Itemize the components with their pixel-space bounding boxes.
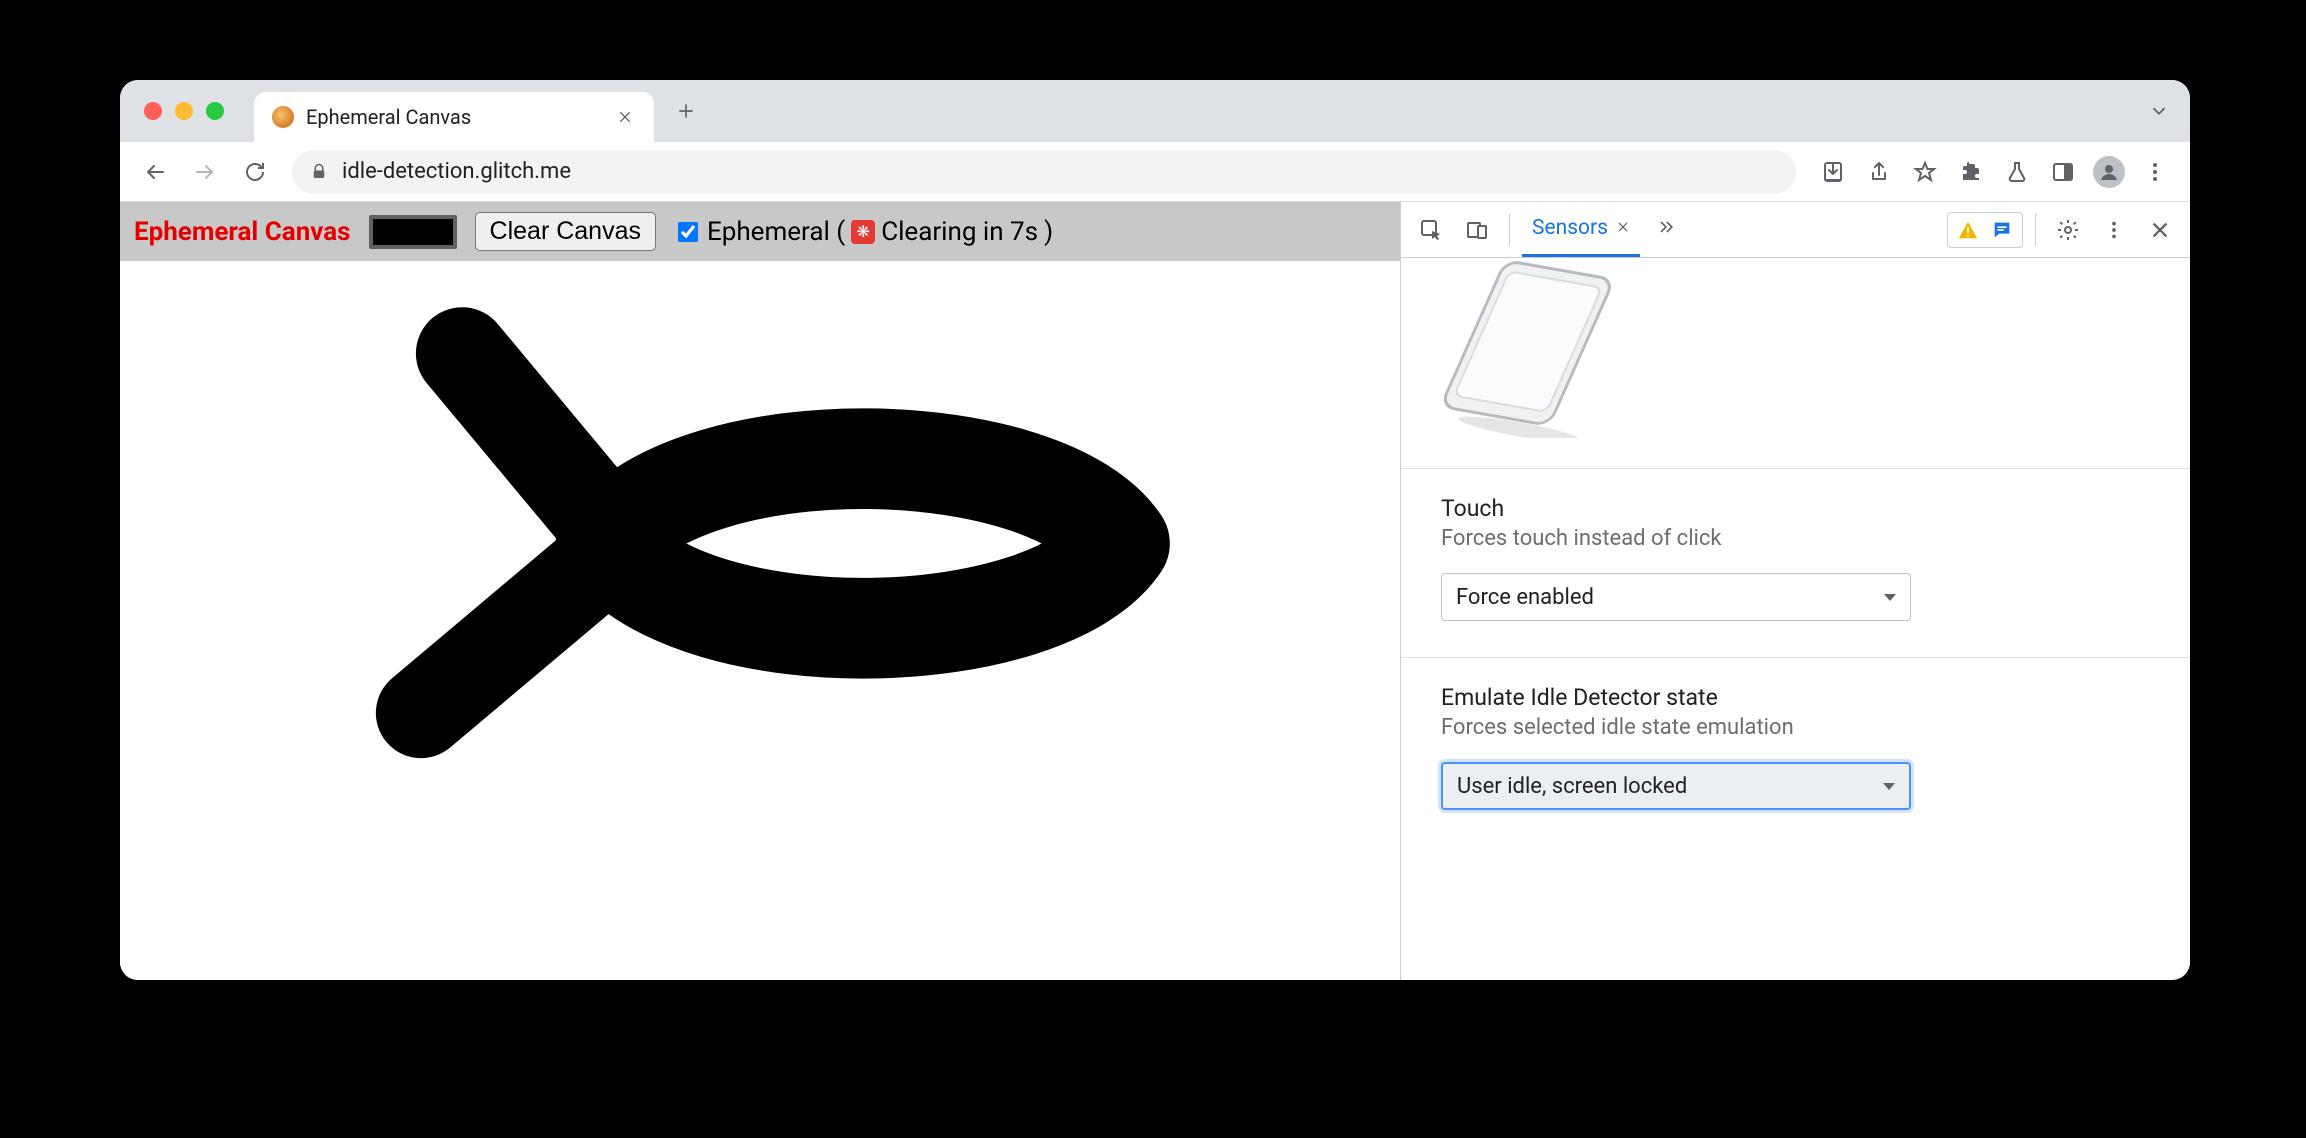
idle-label: Emulate Idle Detector state xyxy=(1441,684,2150,711)
browser-window: Ephemeral Canvas idle-detection.glitch.m… xyxy=(120,80,2190,980)
extensions-button[interactable] xyxy=(1950,151,1992,193)
double-chevron-right-icon xyxy=(1656,217,1676,237)
tab-strip: Ephemeral Canvas xyxy=(120,80,2190,142)
touch-sublabel: Forces touch instead of click xyxy=(1441,526,2150,551)
devtools-close-button[interactable] xyxy=(2140,210,2180,250)
browser-toolbar: idle-detection.glitch.me xyxy=(120,142,2190,202)
inspect-icon xyxy=(1419,218,1443,242)
panel-icon xyxy=(2051,160,2075,184)
siren-icon: ❋ xyxy=(851,220,875,244)
inspect-element-button[interactable] xyxy=(1411,210,1451,250)
lock-icon xyxy=(310,163,328,181)
more-tabs-button[interactable] xyxy=(1646,217,1686,242)
app-pane: Ephemeral Canvas Clear Canvas Ephemeral … xyxy=(120,202,1400,980)
app-header: Ephemeral Canvas Clear Canvas Ephemeral … xyxy=(120,202,1400,261)
bookmark-button[interactable] xyxy=(1904,151,1946,193)
ephemeral-toggle[interactable]: Ephemeral ( ❋ Clearing in 7s ) xyxy=(674,217,1053,247)
back-button[interactable] xyxy=(134,151,176,193)
phone-3d-icon xyxy=(1431,258,1651,438)
idle-select[interactable]: User idle, screen locked xyxy=(1441,762,1911,810)
install-icon xyxy=(1821,160,1845,184)
close-tab-button[interactable] xyxy=(614,106,636,128)
tab-title: Ephemeral Canvas xyxy=(306,105,602,129)
reload-icon xyxy=(243,160,267,184)
favicon-icon xyxy=(272,106,294,128)
vertical-dots-icon xyxy=(2143,160,2167,184)
ephemeral-label-suffix: ) xyxy=(1044,217,1053,247)
clear-canvas-button[interactable]: Clear Canvas xyxy=(475,212,656,251)
warning-icon xyxy=(1957,219,1979,241)
touch-label: Touch xyxy=(1441,495,2150,522)
separator xyxy=(2035,214,2036,246)
canvas-drawing xyxy=(120,261,1400,980)
close-window-button[interactable] xyxy=(144,102,162,120)
ephemeral-label-prefix: Ephemeral ( xyxy=(707,217,845,247)
url-text: idle-detection.glitch.me xyxy=(342,159,1778,184)
address-bar[interactable]: idle-detection.glitch.me xyxy=(292,150,1796,194)
chat-icon xyxy=(1991,219,2013,241)
devtools-tab-sensors[interactable]: Sensors xyxy=(1522,202,1640,257)
avatar-icon xyxy=(2093,156,2125,188)
chevron-down-icon xyxy=(1884,594,1896,601)
devtools-tabbar: Sensors xyxy=(1401,202,2190,258)
new-tab-button[interactable] xyxy=(666,91,706,131)
vertical-dots-icon xyxy=(2103,219,2125,241)
arrow-left-icon xyxy=(143,160,167,184)
chevron-down-icon xyxy=(1883,783,1895,790)
browser-tab[interactable]: Ephemeral Canvas xyxy=(254,92,654,142)
idle-sublabel: Forces selected idle state emulation xyxy=(1441,715,2150,740)
app-title: Ephemeral Canvas xyxy=(134,217,351,247)
separator xyxy=(1509,214,1510,246)
issues-badges[interactable] xyxy=(1947,212,2023,248)
ephemeral-countdown: Clearing in 7s xyxy=(881,217,1038,247)
arrow-right-icon xyxy=(193,160,217,184)
star-icon xyxy=(1913,160,1937,184)
feedback-badge[interactable] xyxy=(1988,216,2016,244)
close-tab-icon[interactable] xyxy=(1616,218,1630,239)
flask-icon xyxy=(2005,160,2029,184)
touch-section: Touch Forces touch instead of click Forc… xyxy=(1401,468,2190,657)
devices-icon xyxy=(1465,218,1489,242)
puzzle-icon xyxy=(1959,160,1983,184)
share-icon xyxy=(1867,160,1891,184)
color-picker[interactable] xyxy=(369,215,457,249)
window-controls xyxy=(134,80,254,142)
idle-select-value: User idle, screen locked xyxy=(1457,774,1687,799)
touch-select[interactable]: Force enabled xyxy=(1441,573,1911,621)
fullscreen-window-button[interactable] xyxy=(206,102,224,120)
minimize-window-button[interactable] xyxy=(175,102,193,120)
devtools-menu-button[interactable] xyxy=(2094,210,2134,250)
close-icon xyxy=(617,109,633,125)
chrome-menu-button[interactable] xyxy=(2134,151,2176,193)
chevron-down-icon xyxy=(2148,100,2170,122)
labs-button[interactable] xyxy=(1996,151,2038,193)
profile-button[interactable] xyxy=(2088,151,2130,193)
ephemeral-checkbox[interactable] xyxy=(678,222,698,242)
reload-button[interactable] xyxy=(234,151,276,193)
plus-icon xyxy=(676,101,696,121)
tabs-dropdown-button[interactable] xyxy=(2148,80,2170,142)
close-icon xyxy=(2149,219,2171,241)
forward-button[interactable] xyxy=(184,151,226,193)
touch-select-value: Force enabled xyxy=(1456,585,1594,610)
toolbar-actions xyxy=(1812,151,2176,193)
orientation-preview xyxy=(1401,258,2190,468)
content-area: Ephemeral Canvas Clear Canvas Ephemeral … xyxy=(120,202,2190,980)
warning-badge[interactable] xyxy=(1954,216,1982,244)
devtools-panel: Sensors xyxy=(1400,202,2190,980)
devtools-settings-button[interactable] xyxy=(2048,210,2088,250)
devtools-tab-label: Sensors xyxy=(1532,216,1608,240)
device-toggle-button[interactable] xyxy=(1457,210,1497,250)
install-app-button[interactable] xyxy=(1812,151,1854,193)
idle-section: Emulate Idle Detector state Forces selec… xyxy=(1401,657,2190,846)
side-panel-button[interactable] xyxy=(2042,151,2084,193)
share-button[interactable] xyxy=(1858,151,1900,193)
gear-icon xyxy=(2056,218,2080,242)
devtools-body: Touch Forces touch instead of click Forc… xyxy=(1401,258,2190,980)
drawing-canvas[interactable] xyxy=(120,261,1400,980)
